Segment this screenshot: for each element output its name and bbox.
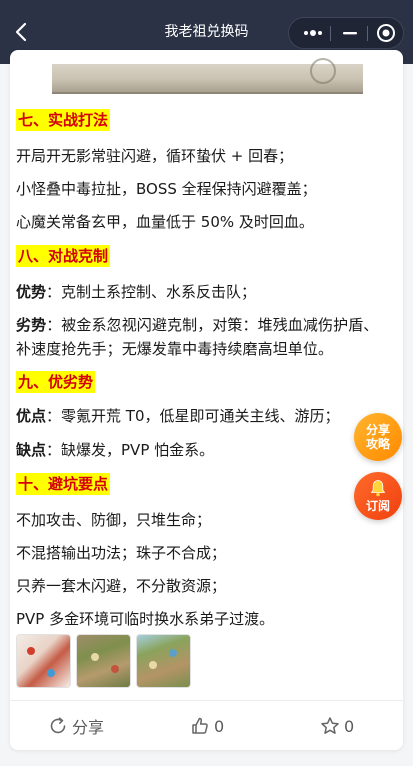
thumb-detail: [47, 669, 55, 677]
weakness-label: 劣势: [16, 316, 47, 334]
article-paragraph-weakness: 劣势：被金系忽视闪避克制，对策：堆残血减伤护盾、补速度抢先手；无爆发靠中毒持续磨…: [16, 313, 388, 361]
section-heading-counters: 八、对战克制: [16, 245, 111, 267]
subscribe-label: 订阅: [365, 499, 390, 513]
section-heading-pitfalls: 十、避坑要点: [16, 473, 111, 495]
weakness-text: ：被金系忽视闪避克制，对策：堆残血减伤护盾、补速度抢先手；无爆发靠中毒持续磨高坦…: [16, 316, 379, 358]
thumb-detail: [27, 647, 35, 655]
screenshot-thumbnail[interactable]: [136, 634, 191, 688]
article-line-cons: 缺点：缺爆发，PVP 怕金系。: [16, 440, 214, 460]
minimize-button[interactable]: [334, 18, 366, 48]
cons-text: ：缺爆发，PVP 怕金系。: [46, 441, 215, 459]
article-line: 不混搭输出功法；珠子不合成；: [16, 544, 227, 562]
favorite-button[interactable]: 0: [320, 715, 354, 737]
minus-icon: [343, 32, 357, 35]
thumb-detail: [111, 665, 119, 673]
banner-decoration: [310, 58, 336, 84]
bell-icon: [370, 480, 386, 497]
miniprogram-capsule: [288, 17, 404, 49]
strength-text: ：克制土系控制、水系反击队；: [46, 283, 257, 301]
section-heading-pros-cons: 九、优劣势: [16, 371, 96, 393]
subscribe-float-button[interactable]: 订阅: [354, 472, 402, 520]
article-action-bar: 分享 0 0: [10, 700, 403, 750]
article-line-strength: 优势：克制土系控制、水系反击队；: [16, 282, 256, 302]
article-line: PVP 多金环境可临时换水系弟子过渡。: [16, 610, 275, 628]
article-line: 只养一套木闪避，不分散资源；: [16, 577, 227, 595]
like-button[interactable]: 0: [190, 715, 224, 737]
article-line-pros: 优点：零氪开荒 T0，低星即可通关主线、游历；: [16, 406, 340, 426]
screenshot-thumbnail[interactable]: [16, 634, 71, 688]
cons-label: 缺点: [16, 441, 47, 459]
target-close-icon: [377, 24, 395, 42]
section-heading-tactics: 七、实战打法: [16, 109, 111, 131]
thumb-detail: [169, 649, 177, 657]
thumb-detail: [149, 661, 157, 669]
article-banner-image: [52, 58, 363, 94]
favorite-count: 0: [344, 716, 355, 736]
article-line: 不加攻击、防御，只堆生命；: [16, 511, 212, 529]
more-dots-icon: [304, 30, 322, 36]
more-button[interactable]: [297, 18, 329, 48]
thumb-detail: [91, 653, 99, 661]
share-icon: [50, 717, 66, 734]
star-icon: [321, 717, 339, 734]
article-line: 开局开无影常驻闪避，循环蛰伏 + 回春；: [16, 147, 294, 165]
pros-text: ：零氪开荒 T0，低星即可通关主线、游历；: [46, 407, 340, 425]
strength-label: 优势: [16, 283, 47, 301]
close-button[interactable]: [371, 18, 401, 48]
share-guide-label-line1: 分享: [365, 423, 390, 437]
share-guide-label-line2: 攻略: [365, 437, 390, 451]
share-label: 分享: [72, 718, 105, 737]
pros-label: 优点: [16, 407, 47, 425]
share-guide-float-button[interactable]: 分享 攻略: [354, 413, 402, 461]
capsule-divider: [367, 26, 368, 41]
article-line: 小怪叠中毒拉扯，BOSS 全程保持闪避覆盖；: [16, 180, 317, 198]
capsule-divider: [330, 26, 331, 41]
screenshot-thumbnail[interactable]: [76, 634, 131, 688]
thumbs-up-icon: [192, 717, 208, 734]
share-button[interactable]: 分享: [48, 715, 104, 737]
article-line: 心魔关常备玄甲，血量低于 50% 及时回血。: [16, 213, 314, 231]
like-count: 0: [214, 716, 225, 736]
